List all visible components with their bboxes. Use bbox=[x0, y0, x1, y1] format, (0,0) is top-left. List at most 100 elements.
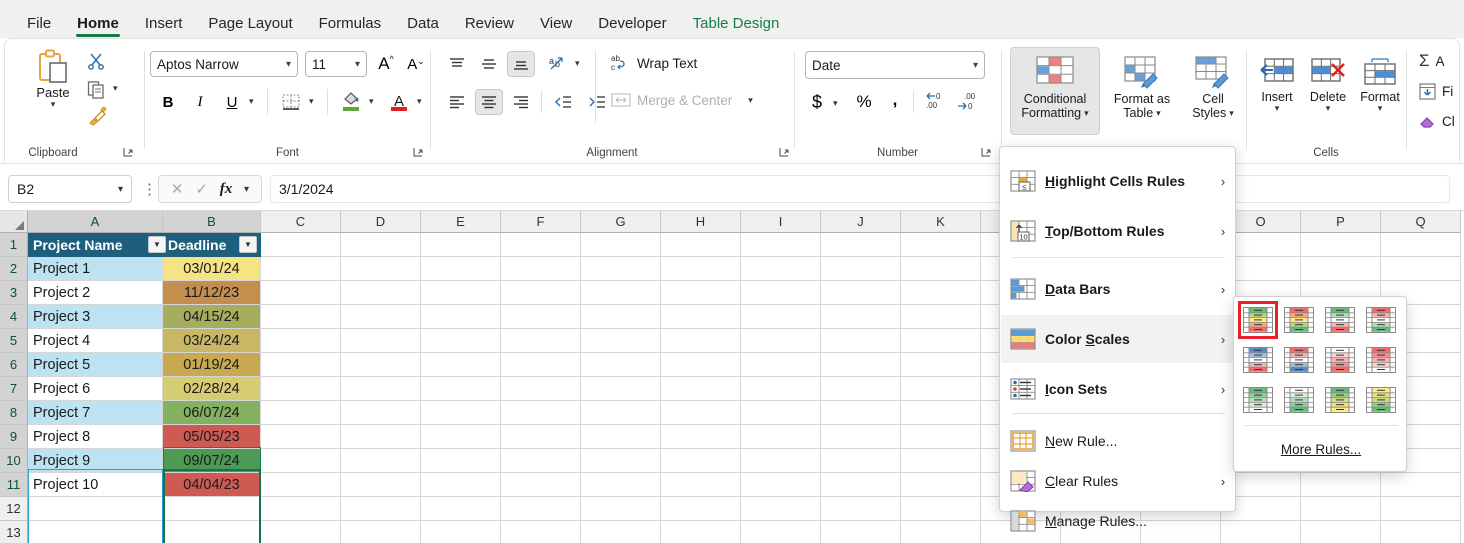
cell-E8[interactable] bbox=[421, 401, 501, 425]
cell-C8[interactable] bbox=[261, 401, 341, 425]
color-scale-green-yellow-red[interactable] bbox=[1238, 301, 1278, 339]
cell-C5[interactable] bbox=[261, 329, 341, 353]
cell-G12[interactable] bbox=[581, 497, 661, 521]
cell-I11[interactable] bbox=[741, 473, 821, 497]
cell-I5[interactable] bbox=[741, 329, 821, 353]
cell-B8[interactable]: 06/07/24 bbox=[163, 401, 261, 425]
paste-chevron-icon[interactable]: ▾ bbox=[51, 100, 56, 109]
column-header-g[interactable]: G bbox=[581, 211, 661, 233]
cell-A6[interactable]: Project 5 bbox=[28, 353, 163, 377]
cell-K13[interactable] bbox=[901, 521, 981, 543]
cell-G13[interactable] bbox=[581, 521, 661, 543]
cell-K1[interactable] bbox=[901, 233, 981, 257]
column-header-b[interactable]: B bbox=[163, 211, 261, 233]
cell-H11[interactable] bbox=[661, 473, 741, 497]
row-header-3[interactable]: 3 bbox=[0, 281, 28, 305]
column-header-d[interactable]: D bbox=[341, 211, 421, 233]
row-header-12[interactable]: 12 bbox=[0, 497, 28, 521]
cell-B7[interactable]: 02/28/24 bbox=[163, 377, 261, 401]
cell-C3[interactable] bbox=[261, 281, 341, 305]
cell-A2[interactable]: Project 1 bbox=[28, 257, 163, 281]
column-header-f[interactable]: F bbox=[501, 211, 581, 233]
cell-K9[interactable] bbox=[901, 425, 981, 449]
cell-B12[interactable] bbox=[163, 497, 261, 521]
cell-G8[interactable] bbox=[581, 401, 661, 425]
cell-B4[interactable]: 04/15/24 bbox=[163, 305, 261, 329]
insert-function-icon[interactable]: fx bbox=[220, 181, 233, 198]
number-format-combo[interactable]: Date ▾ bbox=[805, 51, 985, 79]
clipboard-dialog-launcher[interactable] bbox=[123, 147, 135, 159]
column-header-p[interactable]: P bbox=[1301, 211, 1381, 233]
check-icon[interactable]: ✓ bbox=[195, 180, 208, 198]
decrease-decimal-button[interactable]: .00 0 bbox=[953, 87, 983, 115]
cell-styles-button[interactable]: Cell Styles ▾ bbox=[1182, 47, 1244, 135]
cell-P13[interactable] bbox=[1301, 521, 1381, 543]
formula-bar-more-icon[interactable]: ⋮ bbox=[142, 180, 157, 198]
color-scale-green-white-red[interactable] bbox=[1323, 304, 1357, 336]
cell-K6[interactable] bbox=[901, 353, 981, 377]
cell-H4[interactable] bbox=[661, 305, 741, 329]
cell-A10[interactable]: Project 9 bbox=[28, 449, 163, 473]
cell-E10[interactable] bbox=[421, 449, 501, 473]
cell-J13[interactable] bbox=[821, 521, 901, 543]
cell-D4[interactable] bbox=[341, 305, 421, 329]
cell-I6[interactable] bbox=[741, 353, 821, 377]
cell-E11[interactable] bbox=[421, 473, 501, 497]
row-header-8[interactable]: 8 bbox=[0, 401, 28, 425]
fill-button[interactable]: Fi bbox=[1415, 81, 1457, 102]
cell-P1[interactable] bbox=[1301, 233, 1381, 257]
tab-review[interactable]: Review bbox=[452, 16, 527, 38]
number-dialog-launcher[interactable] bbox=[981, 147, 993, 159]
cell-C9[interactable] bbox=[261, 425, 341, 449]
chevron-down-icon[interactable]: ▾ bbox=[244, 184, 249, 195]
cell-I9[interactable] bbox=[741, 425, 821, 449]
menu-item-manage-rules[interactable]: Manage Rules... bbox=[1001, 503, 1236, 539]
cell-B11[interactable]: 04/04/23 bbox=[163, 473, 261, 497]
cell-P12[interactable] bbox=[1301, 497, 1381, 521]
copy-chevron-icon[interactable]: ▾ bbox=[113, 84, 118, 93]
cell-H8[interactable] bbox=[661, 401, 741, 425]
cell-B3[interactable]: 11/12/23 bbox=[163, 281, 261, 305]
format-cells-button[interactable]: Format ▾ bbox=[1355, 49, 1405, 131]
cell-C2[interactable] bbox=[261, 257, 341, 281]
cell-H3[interactable] bbox=[661, 281, 741, 305]
cell-K8[interactable] bbox=[901, 401, 981, 425]
cell-C4[interactable] bbox=[261, 305, 341, 329]
cell-styles-chevron-icon[interactable]: ▾ bbox=[1229, 109, 1234, 118]
copy-button[interactable] bbox=[83, 77, 109, 101]
merge-center-chevron-icon[interactable]: ▾ bbox=[748, 96, 753, 105]
cell-K7[interactable] bbox=[901, 377, 981, 401]
cell-A1[interactable]: Project Name bbox=[28, 233, 163, 257]
cell-J11[interactable] bbox=[821, 473, 901, 497]
cell-D1[interactable] bbox=[341, 233, 421, 257]
cell-H7[interactable] bbox=[661, 377, 741, 401]
cell-G5[interactable] bbox=[581, 329, 661, 353]
cell-C10[interactable] bbox=[261, 449, 341, 473]
tab-home[interactable]: Home bbox=[64, 16, 132, 38]
font-color-button[interactable]: A bbox=[385, 87, 413, 115]
cell-K10[interactable] bbox=[901, 449, 981, 473]
font-color-chevron-icon[interactable]: ▾ bbox=[417, 97, 422, 106]
align-left-button[interactable] bbox=[443, 89, 471, 115]
cell-I1[interactable] bbox=[741, 233, 821, 257]
decrease-font-size-button[interactable]: A ⌄ bbox=[403, 51, 429, 77]
cell-F9[interactable] bbox=[501, 425, 581, 449]
alignment-dialog-launcher[interactable] bbox=[779, 147, 791, 159]
cell-P2[interactable] bbox=[1301, 257, 1381, 281]
row-header-1[interactable]: 1 bbox=[0, 233, 28, 257]
merge-center-button[interactable]: Merge & Center ▾ bbox=[607, 89, 757, 111]
cell-G7[interactable] bbox=[581, 377, 661, 401]
cell-E5[interactable] bbox=[421, 329, 501, 353]
tab-data[interactable]: Data bbox=[394, 16, 452, 38]
align-middle-button[interactable] bbox=[475, 51, 503, 77]
wrap-text-button[interactable]: ab c Wrap Text bbox=[607, 51, 701, 75]
tab-view[interactable]: View bbox=[527, 16, 585, 38]
row-header-4[interactable]: 4 bbox=[0, 305, 28, 329]
cell-G4[interactable] bbox=[581, 305, 661, 329]
color-scale-green-white[interactable] bbox=[1241, 384, 1275, 416]
filter-dropdown-a[interactable]: ▼ bbox=[148, 236, 166, 253]
column-header-j[interactable]: J bbox=[821, 211, 901, 233]
cell-A3[interactable]: Project 2 bbox=[28, 281, 163, 305]
cell-K2[interactable] bbox=[901, 257, 981, 281]
font-name-combo[interactable]: Aptos Narrow ▾ bbox=[150, 51, 298, 77]
